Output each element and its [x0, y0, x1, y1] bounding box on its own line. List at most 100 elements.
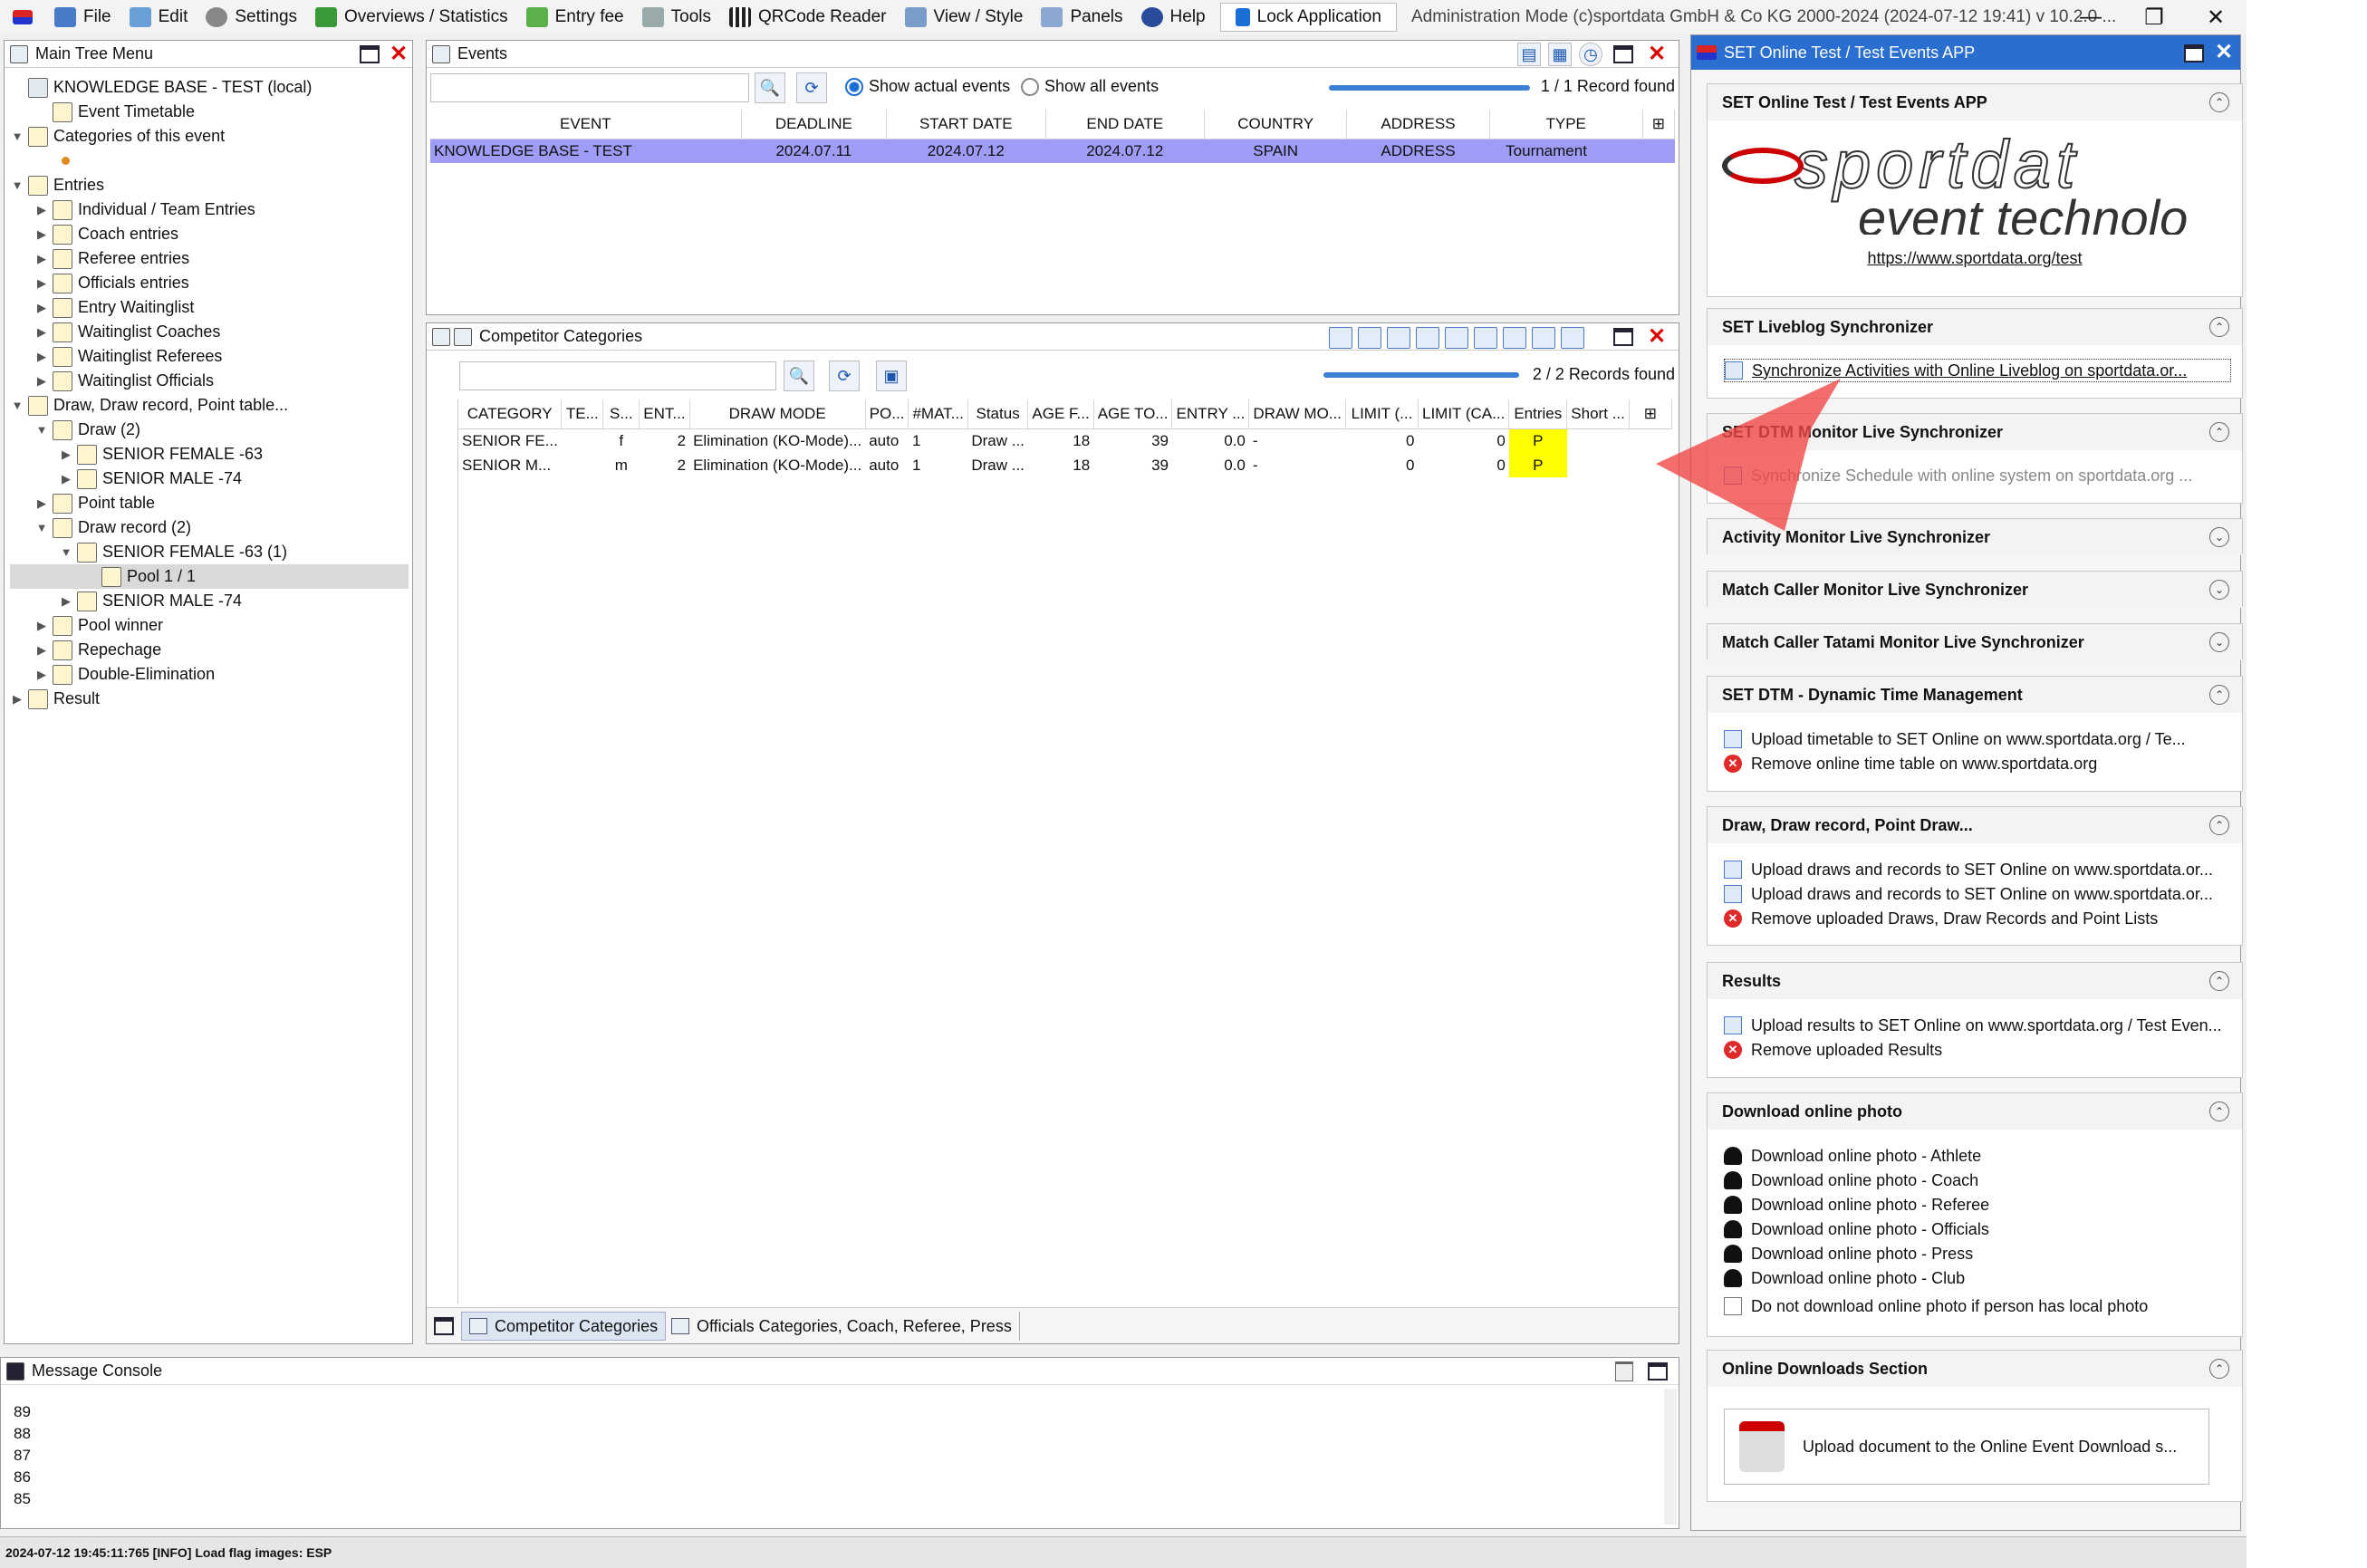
categories-column-header[interactable]: AGE TO...	[1093, 399, 1173, 429]
expand-toggle-icon[interactable]: ▶	[34, 301, 49, 315]
tab-competitor-categories[interactable]: Competitor Categories	[461, 1312, 667, 1341]
tree-node[interactable]: ▶ SENIOR MALE -74	[10, 589, 409, 613]
expand-toggle-icon[interactable]: ▶	[34, 252, 49, 266]
close-categories-button[interactable]: ✕	[1648, 325, 1666, 349]
menu-edit[interactable]: Edit	[120, 0, 197, 34]
section-header[interactable]: SET Online Test / Test Events APP	[1708, 84, 2242, 120]
maximize-tree-button[interactable]	[360, 45, 380, 63]
trash-icon[interactable]	[1615, 1361, 1633, 1381]
section-header[interactable]: Online Downloads Section	[1708, 1351, 2242, 1387]
categories-search-input[interactable]	[459, 361, 776, 390]
collapse-icon[interactable]: ⌃	[2209, 92, 2229, 112]
collapse-icon[interactable]: ⌃	[2209, 815, 2229, 835]
expand-toggle-icon[interactable]: ▶	[34, 374, 49, 389]
events-column-header[interactable]: END DATE	[1045, 110, 1206, 139]
expand-toggle-icon[interactable]: ▶	[34, 276, 49, 291]
expand-icon[interactable]: ⌄	[2209, 580, 2229, 600]
refresh-icon[interactable]: ⟳	[829, 361, 860, 391]
menu-overviews[interactable]: Overviews / Statistics	[306, 0, 517, 34]
tree-node[interactable]: ▶ SENIOR MALE -74	[10, 467, 409, 491]
section-action-link[interactable]: Download online photo - Officials	[1724, 1217, 2231, 1241]
categories-column-header[interactable]: DRAW MO...	[1248, 399, 1346, 429]
tree-node[interactable]: Event Timetable	[10, 100, 409, 124]
section-header[interactable]: Draw, Draw record, Point Draw...	[1708, 807, 2242, 843]
categories-column-header[interactable]: LIMIT (...	[1345, 399, 1419, 429]
tree-node[interactable]: ▶ Repechage	[10, 638, 409, 662]
section-header[interactable]: SET Liveblog Synchronizer	[1708, 309, 2242, 345]
upload-document-button[interactable]: Upload document to the Online Event Down…	[1724, 1409, 2209, 1485]
tree-node[interactable]: Pool 1 / 1	[10, 564, 409, 589]
expand-icon[interactable]: ⌄	[2209, 527, 2229, 547]
menu-view-style[interactable]: View / Style	[896, 0, 1033, 34]
section-action-link[interactable]: ✕ Remove online time table on www.sportda…	[1724, 752, 2231, 775]
tree-node[interactable]: ▼ Categories of this event	[10, 124, 409, 149]
export-icon[interactable]	[1329, 327, 1352, 349]
lock-application-button[interactable]: Lock Application	[1219, 3, 1397, 32]
expand-toggle-icon[interactable]: ▶	[59, 472, 73, 486]
expand-toggle-icon[interactable]: ▼	[10, 130, 24, 143]
expand-toggle-icon[interactable]: ▶	[34, 203, 49, 217]
tree-node[interactable]: ▶ Coach entries	[10, 222, 409, 246]
categories-column-header[interactable]: DRAW MODE	[689, 399, 866, 429]
categories-column-header[interactable]: AGE F...	[1027, 399, 1094, 429]
expand-toggle-icon[interactable]: ▶	[34, 619, 49, 633]
maximize-categories-button[interactable]	[1613, 328, 1633, 346]
section-action-link[interactable]: Upload results to SET Online on www.spor…	[1724, 1014, 2231, 1037]
tree-node[interactable]: ▶ Entry Waitinglist	[10, 295, 409, 320]
events-column-header[interactable]: ADDRESS	[1346, 110, 1490, 139]
test-url-link[interactable]: https://www.sportdata.org/test	[1708, 249, 2242, 268]
tab-officials-categories[interactable]: Officials Categories, Coach, Referee, Pr…	[664, 1312, 1020, 1341]
expand-toggle-icon[interactable]: ▶	[34, 496, 49, 511]
section-action-link[interactable]: Download online photo - Press	[1724, 1242, 2231, 1265]
tree-node[interactable]: ▶ Point table	[10, 491, 409, 515]
section-action-link[interactable]: Download online photo - Referee	[1724, 1193, 2231, 1217]
maximize-events-button[interactable]	[1613, 45, 1633, 63]
section-action-link[interactable]: ✕ Remove uploaded Results	[1724, 1038, 2231, 1062]
categories-column-header[interactable]: Short ...	[1566, 399, 1630, 429]
categories-column-header[interactable]: #MAT...	[908, 399, 968, 429]
menu-panels[interactable]: Panels	[1032, 0, 1131, 34]
close-set-button[interactable]: ✕	[2215, 41, 2233, 64]
section-header[interactable]: Results	[1708, 963, 2242, 999]
tree-node[interactable]: ▶ Referee entries	[10, 246, 409, 271]
column-chooser-icon[interactable]: ⊞	[1642, 110, 1676, 139]
maximize-console-button[interactable]	[1648, 1362, 1668, 1380]
menu-file[interactable]: File	[45, 0, 120, 34]
expand-icon[interactable]: ⌄	[2209, 632, 2229, 652]
tree-node[interactable]: KNOWLEDGE BASE - TEST (local)	[10, 75, 409, 100]
report-icon[interactable]	[1445, 327, 1468, 349]
collapse-icon[interactable]: ⌃	[2209, 685, 2229, 705]
menu-tools[interactable]: Tools	[633, 0, 720, 34]
categories-column-header[interactable]: LIMIT (CA...	[1418, 399, 1510, 429]
categories-column-header[interactable]: S...	[602, 399, 640, 429]
expand-toggle-icon[interactable]: ▶	[34, 227, 49, 242]
tree-node[interactable]: ▼ Draw, Draw record, Point table...	[10, 393, 409, 418]
section-action-link[interactable]: ✕ Remove uploaded Draws, Draw Records and…	[1724, 907, 2231, 930]
tree-node[interactable]: ▼ Draw (2)	[10, 418, 409, 442]
tree-node[interactable]: ▶ Result	[10, 687, 409, 711]
pdf-icon[interactable]	[1532, 327, 1555, 349]
categories-column-header[interactable]: Status	[967, 399, 1029, 429]
categories-column-header[interactable]: ENTRY ...	[1171, 399, 1250, 429]
clipboard-icon[interactable]	[1358, 327, 1381, 349]
expand-toggle-icon[interactable]: ▶	[59, 594, 73, 609]
tree-node[interactable]: ▼ SENIOR FEMALE -63 (1)	[10, 540, 409, 564]
expand-toggle-icon[interactable]: ▼	[34, 521, 49, 534]
menu-qrcode[interactable]: QRCode Reader	[720, 0, 896, 34]
expand-toggle-icon[interactable]: ▼	[10, 178, 24, 192]
tree-node[interactable]: ▶ Pool winner	[10, 613, 409, 638]
maximize-set-button[interactable]	[2184, 44, 2204, 63]
menu-help[interactable]: Help	[1132, 0, 1215, 34]
print-icon[interactable]	[1503, 327, 1526, 349]
events-column-header[interactable]: COUNTRY	[1204, 110, 1348, 139]
export-icon[interactable]: ▤	[1517, 43, 1541, 66]
section-action-link[interactable]: Upload draws and records to SET Online o…	[1724, 858, 2231, 881]
collapse-icon[interactable]: ⌃	[2209, 317, 2229, 337]
tree-node[interactable]	[10, 149, 409, 173]
table-row[interactable]: SENIOR FE... f 2 Elimination (KO-Mode)... au…	[458, 428, 1672, 453]
section-header[interactable]: Match Caller Tatami Monitor Live Synchro…	[1708, 624, 2242, 660]
expand-toggle-icon[interactable]: ▶	[34, 668, 49, 682]
tree-node[interactable]: ▶ Individual / Team Entries	[10, 197, 409, 222]
expand-toggle-icon[interactable]: ▼	[10, 399, 24, 412]
tree-node[interactable]: ▶ Waitinglist Officials	[10, 369, 409, 393]
